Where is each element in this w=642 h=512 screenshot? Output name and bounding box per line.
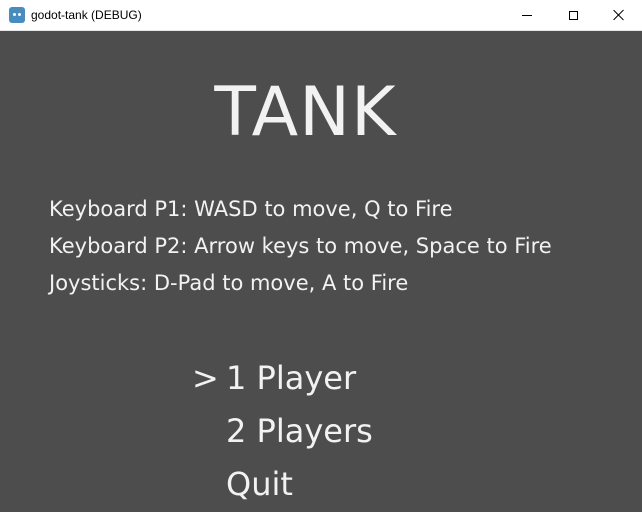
godot-engine-icon (9, 7, 25, 23)
maximize-icon (568, 10, 578, 20)
menu-item-1-player[interactable]: 1 Player (226, 360, 356, 396)
help-keyboard-p2: Keyboard P2: Arrow keys to move, Space t… (49, 234, 552, 258)
menu-selection-cursor: > (192, 359, 219, 397)
help-keyboard-p1: Keyboard P1: WASD to move, Q to Fire (49, 197, 453, 221)
menu-item-2-players[interactable]: 2 Players (226, 413, 373, 449)
minimize-button[interactable] (504, 0, 550, 30)
menu-item-quit[interactable]: Quit (226, 466, 293, 502)
minimize-icon (522, 14, 532, 16)
maximize-button[interactable] (550, 0, 596, 30)
close-icon (613, 9, 625, 21)
window-title: godot-tank (DEBUG) (31, 8, 142, 22)
help-joysticks: Joysticks: D-Pad to move, A to Fire (49, 271, 409, 295)
title-bar[interactable]: godot-tank (DEBUG) (0, 0, 642, 31)
game-title: TANK (214, 73, 397, 152)
game-window: godot-tank (DEBUG) TANK Keyboard P1: WAS… (0, 0, 642, 512)
close-button[interactable] (596, 0, 642, 30)
